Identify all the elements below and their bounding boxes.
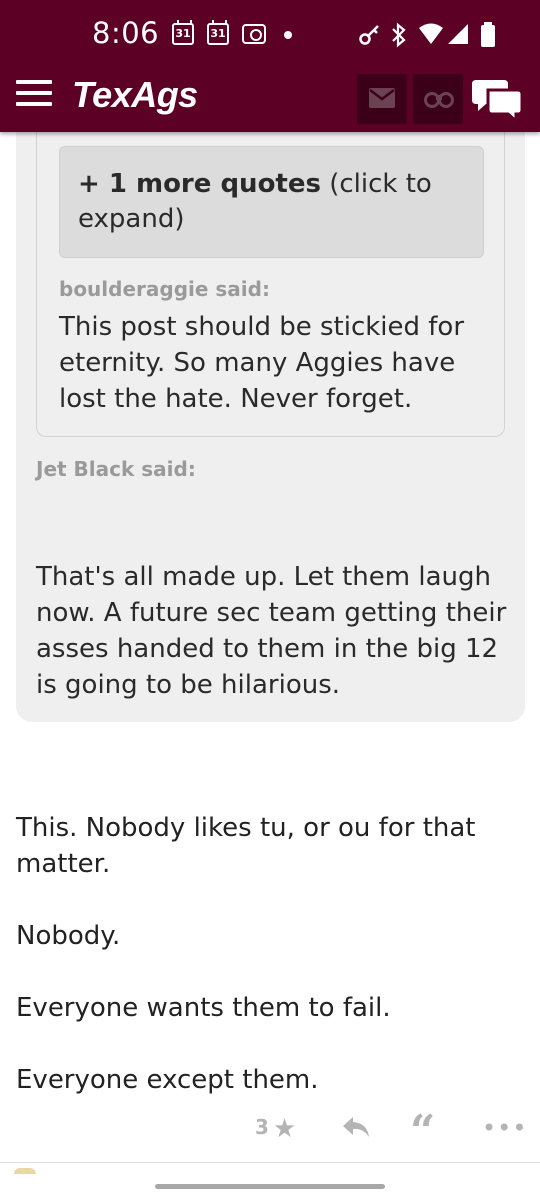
- post-paragraph: Nobody.: [16, 921, 121, 951]
- quote-text: That's all made up. Let them laugh now. …: [36, 562, 507, 700]
- star-count: 3: [255, 1115, 269, 1139]
- app-bar: TexAgs: [0, 64, 540, 132]
- wifi-icon: [419, 23, 443, 44]
- reply-button[interactable]: [342, 1116, 370, 1142]
- nested-quote-block: + 1 more quotes (click to expand) boulde…: [36, 132, 505, 437]
- binoculars-icon: [424, 92, 454, 108]
- quote-author[interactable]: Jet Black said:: [36, 457, 196, 481]
- chat-button[interactable]: [472, 76, 524, 125]
- expand-quotes-button[interactable]: + 1 more quotes (click to expand): [59, 146, 484, 258]
- mail-icon: [369, 88, 395, 108]
- bluetooth-icon: [392, 22, 406, 48]
- post-content: + 1 more quotes (click to expand) boulde…: [0, 132, 540, 1200]
- radio-icon: [242, 24, 266, 44]
- more-quotes-count: + 1 more quotes: [78, 169, 321, 199]
- calendar-icon: 31: [207, 20, 229, 45]
- quote-author[interactable]: boulderaggie said:: [59, 277, 270, 301]
- star-icon: ★: [272, 1114, 297, 1144]
- site-logo[interactable]: TexAgs: [72, 74, 198, 116]
- top-bar: 8:06 31 31 TexAgs: [0, 0, 540, 132]
- post-paragraph: Everyone except them.: [16, 1065, 319, 1095]
- calendar-icon: 31: [172, 20, 194, 45]
- chat-icon: [472, 80, 524, 125]
- quote-block: + 1 more quotes (click to expand) boulde…: [16, 132, 525, 722]
- status-time: 8:06: [92, 16, 160, 50]
- post-actions: 3 ★ “ •••: [0, 1106, 540, 1157]
- key-icon: [359, 25, 379, 45]
- watchlist-button[interactable]: [413, 74, 463, 124]
- status-bar: 8:06 31 31: [0, 0, 540, 64]
- signal-icon: [448, 24, 468, 44]
- mail-button[interactable]: [357, 74, 407, 124]
- post-paragraph: This. Nobody likes tu, or ou for that ma…: [16, 813, 476, 879]
- reply-icon: [343, 1117, 369, 1137]
- gesture-nav-bar[interactable]: [155, 1184, 385, 1189]
- quote-icon[interactable]: “: [410, 1106, 435, 1157]
- star-button[interactable]: 3 ★: [255, 1114, 296, 1144]
- menu-icon[interactable]: [16, 80, 52, 110]
- battery-icon: [481, 22, 495, 47]
- avatar: [14, 1168, 36, 1174]
- post-paragraph: Everyone wants them to fail.: [16, 993, 391, 1023]
- divider: [0, 1162, 540, 1163]
- quote-text: This post should be stickied for eternit…: [59, 312, 465, 414]
- more-icon[interactable]: •••: [482, 1114, 527, 1142]
- notification-dot-icon: [284, 31, 292, 39]
